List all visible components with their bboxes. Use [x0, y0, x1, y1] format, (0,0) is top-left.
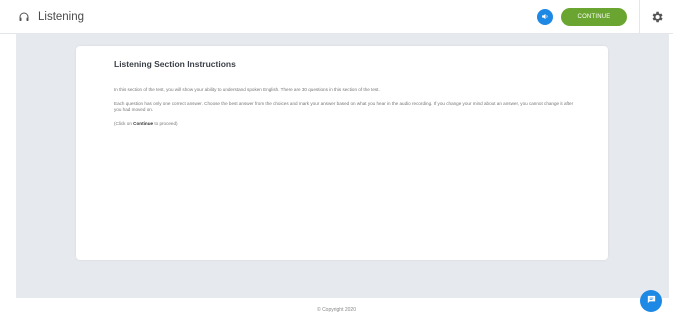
top-bar: Listening CONTINUE: [0, 0, 673, 34]
click-suffix: to proceed): [153, 121, 178, 126]
chat-icon: [646, 292, 657, 310]
copyright-text: © Copyright 2020: [317, 307, 356, 313]
click-prefix: (Click on: [114, 121, 134, 126]
volume-button[interactable]: [537, 9, 553, 25]
continue-keyword: Continue: [133, 121, 154, 126]
continue-button[interactable]: CONTINUE: [561, 8, 627, 26]
app-title: Listening: [38, 11, 85, 23]
title-area: Listening: [18, 8, 84, 26]
instructions-paragraph-1: In this section of the test, you will sh…: [114, 87, 380, 92]
chat-button[interactable]: [640, 290, 662, 312]
header-divider: [639, 0, 640, 34]
click-instruction: (Click on Continue to proceed): [114, 121, 574, 127]
volume-icon: [541, 8, 550, 26]
instructions-title: Listening Section Instructions: [114, 59, 236, 69]
gear-icon[interactable]: [650, 10, 664, 24]
instructions-paragraph-2: Each question has only one correct answe…: [114, 101, 574, 112]
instructions-card: Listening Section Instructions In this s…: [76, 46, 608, 260]
headphones-icon: [18, 11, 30, 23]
